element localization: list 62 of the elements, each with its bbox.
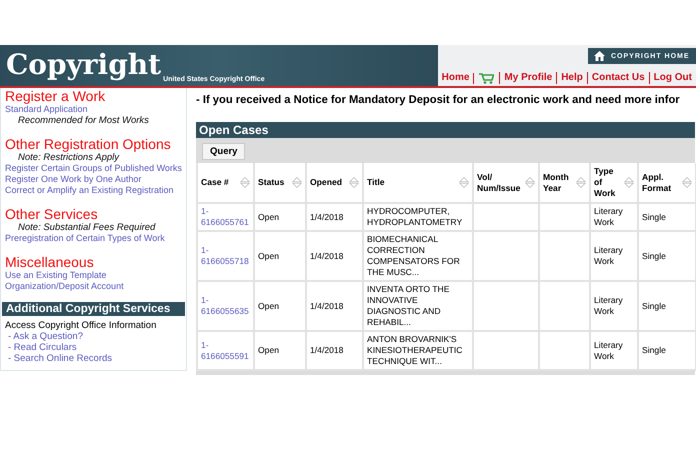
- sidebar-link[interactable]: Preregistration of Certain Types of Work: [5, 233, 182, 244]
- query-button[interactable]: Query: [202, 143, 246, 160]
- table-cell: Open: [254, 331, 306, 370]
- table-cell: Literary Work: [590, 231, 638, 281]
- table-cell: Single: [638, 231, 696, 281]
- sort-icon[interactable]: [349, 176, 359, 189]
- sidebar-link[interactable]: - Read Circulars: [1, 342, 186, 353]
- table-cell: Literary Work: [590, 203, 638, 231]
- table-cell: 1/4/2018: [306, 231, 363, 281]
- nav-link[interactable]: Contact Us: [586, 72, 649, 84]
- table-cell: Open: [254, 203, 306, 231]
- table-cell: HYDROCOMPUTER, HYDROPLANTOMETRY: [363, 203, 473, 231]
- sidebar-note: Note: Substantial Fees Required: [17, 222, 156, 233]
- sidebar-text: Access Copyright Office Information: [5, 320, 158, 331]
- table-cell: Single: [638, 203, 696, 231]
- house-icon: [594, 51, 605, 61]
- table-cell: 1/4/2018: [306, 331, 363, 370]
- sidebar-link[interactable]: Organization/Deposit Account: [5, 281, 182, 292]
- table-cell: Literary Work: [590, 281, 638, 331]
- table-cell: BIOMECHANICAL CORRECTION COMPENSATORS FOR THE MUSC...: [363, 231, 473, 281]
- sidebar-link[interactable]: Correct or Amplify an Existing Registration: [5, 185, 182, 196]
- section-heading: Other Registration Options: [5, 136, 172, 152]
- sort-icon[interactable]: [292, 176, 302, 189]
- sidebar-link[interactable]: Register Certain Groups of Published Works: [5, 163, 182, 174]
- section-title-bar: Additional Copyright Services: [2, 302, 185, 316]
- nav-link[interactable]: Home: [438, 72, 474, 84]
- cart-icon[interactable]: [479, 72, 494, 84]
- sort-icon[interactable]: [459, 176, 469, 189]
- nav-link[interactable]: Help: [556, 72, 587, 84]
- sidebar-note: Note: Restrictions Apply: [17, 152, 120, 163]
- section-heading: Other Services: [5, 206, 99, 222]
- table-cell: Open: [254, 281, 306, 331]
- sort-icon[interactable]: [682, 176, 692, 189]
- column-header[interactable]: Opened: [310, 177, 342, 188]
- table-cell: ANTON BROVARNIK'S KINESIOTHERAPEUTIC TECHNIQUE WIT...: [363, 331, 473, 370]
- sort-icon[interactable]: [624, 176, 634, 189]
- table-cell: Single: [638, 281, 696, 331]
- panel-title-bar: Open Cases: [196, 122, 695, 138]
- sidebar-link[interactable]: Register One Work by One Author: [5, 174, 182, 185]
- table-cell: Literary Work: [590, 331, 638, 370]
- section-heading: Register a Work: [5, 88, 106, 104]
- sort-icon[interactable]: [240, 176, 250, 189]
- table-cell: 1/4/2018: [306, 203, 363, 231]
- section-heading: Miscellaneous: [5, 254, 95, 270]
- sidebar-note: Recommended for Most Works: [17, 115, 150, 126]
- nav-link[interactable]: Log Out: [648, 72, 696, 84]
- nav-link[interactable]: My Profile: [499, 72, 556, 84]
- sort-icon[interactable]: [576, 176, 586, 189]
- column-header[interactable]: Case #: [201, 177, 229, 188]
- table-cell: 1/4/2018: [306, 281, 363, 331]
- table-cell: Single: [638, 331, 696, 370]
- column-header[interactable]: Title: [367, 177, 385, 188]
- table-cell: INVENTA ORTO THE INNOVATIVE DIAGNOSTIC AND REHABIL...: [363, 281, 473, 331]
- sidebar-link[interactable]: Standard Application: [5, 104, 182, 115]
- sidebar-link[interactable]: Use an Existing Template: [5, 270, 182, 281]
- sidebar-link[interactable]: - Search Online Records: [1, 353, 186, 364]
- notice-text: - If you received a Notice for Mandatory Deposit for an electronic work and need more infor: [196, 93, 680, 107]
- column-header[interactable]: Status: [258, 177, 284, 188]
- table-cell: Open: [254, 231, 306, 281]
- sidebar-link[interactable]: - Ask a Question?: [1, 331, 186, 342]
- sort-icon[interactable]: [525, 176, 535, 189]
- copyright-logo: Copyright: [6, 51, 162, 79]
